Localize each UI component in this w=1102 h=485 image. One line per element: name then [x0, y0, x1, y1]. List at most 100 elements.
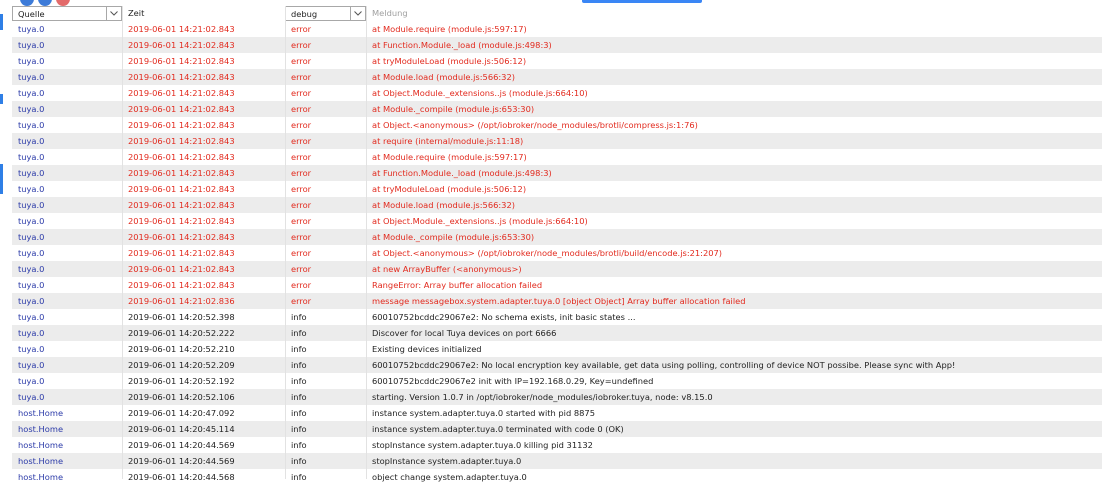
time-cell: 2019-06-01 14:20:52.192	[128, 376, 235, 386]
message-cell: at require (internal/module.js:11:18)	[372, 136, 524, 146]
message-cell: at tryModuleLoad (module.js:506:12)	[372, 56, 527, 66]
severity-cell: error	[291, 120, 312, 130]
column-divider	[285, 6, 286, 479]
severity-cell: info	[291, 392, 307, 402]
message-cell: Discover for local Tuya devices on port …	[372, 328, 557, 338]
table-row[interactable]: tuya.0 2019-06-01 14:21:02.843 error at Mod…	[12, 197, 1102, 213]
table-row[interactable]: tuya.0 2019-06-01 14:21:02.843 error at Mod…	[12, 149, 1102, 165]
source-cell: host.Home	[18, 424, 64, 434]
message-cell: at Module.require (module.js:597:17)	[372, 24, 527, 34]
table-row[interactable]: tuya.0 2019-06-01 14:20:52.210 info Existin…	[12, 341, 1102, 357]
source-cell: tuya.0	[18, 360, 45, 370]
time-cell: 2019-06-01 14:20:52.398	[128, 312, 235, 322]
source-cell: tuya.0	[18, 232, 45, 242]
chevron-down-icon[interactable]	[106, 7, 121, 20]
table-row[interactable]: tuya.0 2019-06-01 14:21:02.843 error at try…	[12, 53, 1102, 69]
table-row[interactable]: host.Home 2019-06-01 14:20:44.568 info obje…	[12, 469, 1102, 485]
table-row[interactable]: tuya.0 2019-06-01 14:21:02.843 error at Fun…	[12, 37, 1102, 53]
table-row[interactable]: tuya.0 2019-06-01 14:21:02.843 error at try…	[12, 181, 1102, 197]
time-cell: 2019-06-01 14:21:02.843	[128, 184, 235, 194]
table-row[interactable]: tuya.0 2019-06-01 14:21:02.843 error at Obj…	[12, 85, 1102, 101]
source-cell: tuya.0	[18, 40, 45, 50]
time-cell: 2019-06-01 14:20:52.210	[128, 344, 235, 354]
time-cell: 2019-06-01 14:20:47.092	[128, 408, 235, 418]
source-cell: tuya.0	[18, 248, 45, 258]
table-row[interactable]: tuya.0 2019-06-01 14:20:52.106 info startin…	[12, 389, 1102, 405]
table-row[interactable]: tuya.0 2019-06-01 14:20:52.222 info Discove…	[12, 325, 1102, 341]
table-row[interactable]: tuya.0 2019-06-01 14:20:52.398 info 6001075…	[12, 309, 1102, 325]
log-table-body: tuya.0 2019-06-01 14:21:02.843 error at Mod…	[12, 21, 1102, 485]
message-cell: starting. Version 1.0.7 in /opt/iobroker…	[372, 392, 713, 402]
table-row[interactable]: tuya.0 2019-06-01 14:21:02.843 error at Obj…	[12, 245, 1102, 261]
table-row[interactable]: tuya.0 2019-06-01 14:21:02.843 error at new…	[12, 261, 1102, 277]
table-row[interactable]: tuya.0 2019-06-01 14:20:52.209 info 6001075…	[12, 357, 1102, 373]
source-cell: tuya.0	[18, 136, 45, 146]
severity-cell: error	[291, 200, 312, 210]
source-cell: tuya.0	[18, 120, 45, 130]
table-row[interactable]: tuya.0 2019-06-01 14:21:02.843 error at Obj…	[12, 213, 1102, 229]
severity-cell: error	[291, 24, 312, 34]
table-row[interactable]: host.Home 2019-06-01 14:20:44.569 info stop…	[12, 453, 1102, 469]
message-filter-cell[interactable]	[366, 6, 1102, 21]
severity-cell: error	[291, 40, 312, 50]
message-cell: instance system.adapter.tuya.0 terminate…	[372, 424, 624, 434]
table-row[interactable]: tuya.0 2019-06-01 14:21:02.843 error at Mod…	[12, 229, 1102, 245]
sidebar-marker	[0, 14, 3, 30]
time-cell: 2019-06-01 14:21:02.843	[128, 104, 235, 114]
source-cell: tuya.0	[18, 200, 45, 210]
time-cell: 2019-06-01 14:20:45.114	[128, 424, 235, 434]
table-row[interactable]: tuya.0 2019-06-01 14:21:02.843 error at req…	[12, 133, 1102, 149]
source-cell: tuya.0	[18, 392, 45, 402]
message-cell: at Object.Module._extensions..js (module…	[372, 216, 588, 226]
time-cell: 2019-06-01 14:20:52.222	[128, 328, 235, 338]
severity-cell: error	[291, 280, 312, 290]
message-cell: at Module._compile (module.js:653:30)	[372, 104, 535, 114]
time-cell: 2019-06-01 14:20:44.569	[128, 456, 235, 466]
time-cell: 2019-06-01 14:21:02.843	[128, 56, 235, 66]
severity-filter-label: debug	[291, 9, 318, 19]
source-cell: tuya.0	[18, 184, 45, 194]
table-row[interactable]: tuya.0 2019-06-01 14:21:02.843 error RangeE…	[12, 277, 1102, 293]
sidebar-marker	[0, 94, 3, 104]
severity-cell: info	[291, 440, 307, 450]
source-cell: tuya.0	[18, 376, 45, 386]
severity-cell: error	[291, 56, 312, 66]
time-cell: 2019-06-01 14:21:02.843	[128, 152, 235, 162]
source-filter-label: Quelle	[18, 9, 45, 19]
time-cell: 2019-06-01 14:21:02.836	[128, 296, 235, 306]
time-cell: 2019-06-01 14:21:02.843	[128, 216, 235, 226]
severity-cell: info	[291, 424, 307, 434]
table-row[interactable]: host.Home 2019-06-01 14:20:47.092 info inst…	[12, 405, 1102, 421]
toolbar-primary-button[interactable]	[582, 0, 702, 3]
message-filter-input[interactable]	[372, 6, 1102, 20]
severity-cell: error	[291, 264, 312, 274]
message-cell: at Object.<anonymous> (/opt/iobroker/nod…	[372, 248, 723, 258]
time-column-header[interactable]: Zeit	[122, 6, 285, 21]
severity-cell: error	[291, 296, 312, 306]
table-row[interactable]: tuya.0 2019-06-01 14:21:02.836 error messag…	[12, 293, 1102, 309]
severity-filter-select[interactable]: debug	[285, 6, 366, 21]
source-cell: host.Home	[18, 440, 64, 450]
source-cell: tuya.0	[18, 344, 45, 354]
table-row[interactable]: tuya.0 2019-06-01 14:21:02.843 error at Mod…	[12, 101, 1102, 117]
table-row[interactable]: tuya.0 2019-06-01 14:21:02.843 error at Fun…	[12, 165, 1102, 181]
message-cell: stopInstance system.adapter.tuya.0 killi…	[372, 440, 593, 450]
chevron-down-icon[interactable]	[350, 7, 365, 20]
source-cell: tuya.0	[18, 152, 45, 162]
severity-cell: error	[291, 88, 312, 98]
table-row[interactable]: tuya.0 2019-06-01 14:21:02.843 error at Mod…	[12, 69, 1102, 85]
source-cell: tuya.0	[18, 216, 45, 226]
table-row[interactable]: host.Home 2019-06-01 14:20:44.569 info stop…	[12, 437, 1102, 453]
message-cell: message messagebox.system.adapter.tuya.0…	[372, 296, 746, 306]
time-cell: 2019-06-01 14:21:02.843	[128, 168, 235, 178]
table-row[interactable]: host.Home 2019-06-01 14:20:45.114 info inst…	[12, 421, 1102, 437]
table-row[interactable]: tuya.0 2019-06-01 14:21:02.843 error at Mod…	[12, 21, 1102, 37]
table-row[interactable]: tuya.0 2019-06-01 14:21:02.843 error at Obj…	[12, 117, 1102, 133]
message-cell: at Module.load (module.js:566:32)	[372, 72, 515, 82]
time-cell: 2019-06-01 14:21:02.843	[128, 88, 235, 98]
message-cell: at Module.require (module.js:597:17)	[372, 152, 527, 162]
table-row[interactable]: tuya.0 2019-06-01 14:20:52.192 info 6001075…	[12, 373, 1102, 389]
source-filter-select[interactable]: Quelle	[12, 6, 122, 21]
time-cell: 2019-06-01 14:21:02.843	[128, 120, 235, 130]
time-cell: 2019-06-01 14:21:02.843	[128, 72, 235, 82]
